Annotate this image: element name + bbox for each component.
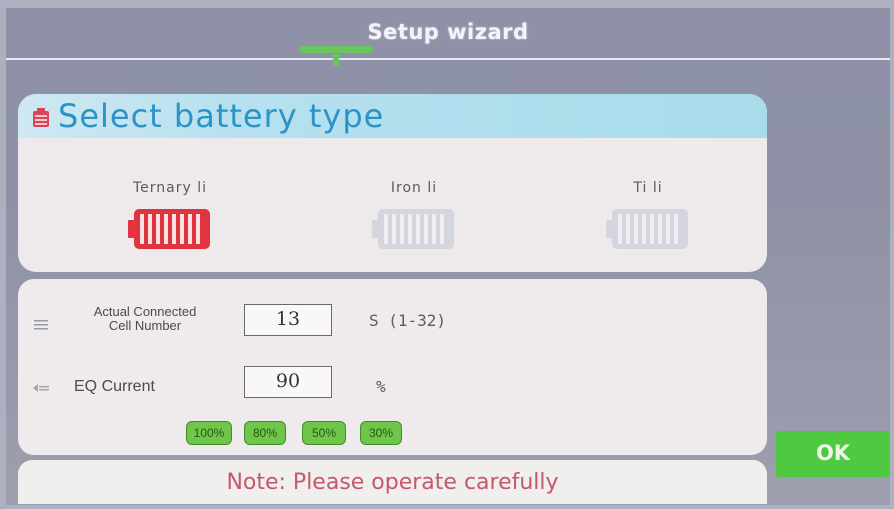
- battery-option-label: Ternary li: [132, 180, 208, 196]
- current-icon: [33, 384, 49, 392]
- preset-100-button[interactable]: 100%: [186, 421, 232, 445]
- battery-icon: [33, 108, 49, 127]
- battery-type-title: Select battery type: [58, 97, 385, 135]
- list-icon: [34, 320, 48, 330]
- battery-option-label: Iron li: [390, 180, 438, 196]
- preset-50-button[interactable]: 50%: [302, 421, 346, 445]
- wizard-progress-indicator: [299, 46, 373, 53]
- preset-80-button[interactable]: 80%: [244, 421, 286, 445]
- cell-number-range: S (1-32): [369, 311, 447, 330]
- cell-number-input[interactable]: 13: [244, 304, 332, 336]
- preset-30-button[interactable]: 30%: [360, 421, 402, 445]
- eq-current-input[interactable]: 90: [244, 366, 332, 398]
- cell-number-label: Actual Connected Cell Number: [70, 305, 220, 333]
- note-bar: Note: Please operate carefully: [18, 460, 767, 504]
- ok-button-label: OK: [815, 441, 851, 465]
- eq-current-unit: %: [376, 377, 386, 396]
- note-text: Note: Please operate carefully: [226, 470, 559, 495]
- settings-panel: Actual Connected Cell Number 13 S (1-32)…: [18, 279, 767, 455]
- battery-unselected-icon: [606, 209, 688, 249]
- battery-option-ti[interactable]: Ti li: [598, 180, 698, 252]
- battery-type-header: Select battery type: [18, 94, 767, 138]
- cell-number-label-line1: Actual Connected: [93, 304, 197, 319]
- battery-type-panel: Select battery type Ternary li Iron li T…: [18, 94, 767, 272]
- device-screen: Setup wizard Select battery type Ternary…: [6, 8, 890, 505]
- battery-option-label: Ti li: [633, 180, 663, 196]
- title-divider: [6, 58, 890, 60]
- eq-current-label: EQ Current: [74, 378, 155, 395]
- wizard-progress-tick: [333, 54, 339, 66]
- ok-button[interactable]: OK: [776, 431, 890, 477]
- title-bar: Setup wizard: [6, 8, 890, 66]
- battery-unselected-icon: [372, 209, 454, 249]
- cell-number-label-line2: Cell Number: [108, 318, 182, 333]
- page-title: Setup wizard: [367, 20, 529, 44]
- battery-selected-icon: [128, 209, 210, 249]
- battery-option-ternary[interactable]: Ternary li: [110, 180, 230, 252]
- battery-option-iron[interactable]: Iron li: [364, 180, 464, 252]
